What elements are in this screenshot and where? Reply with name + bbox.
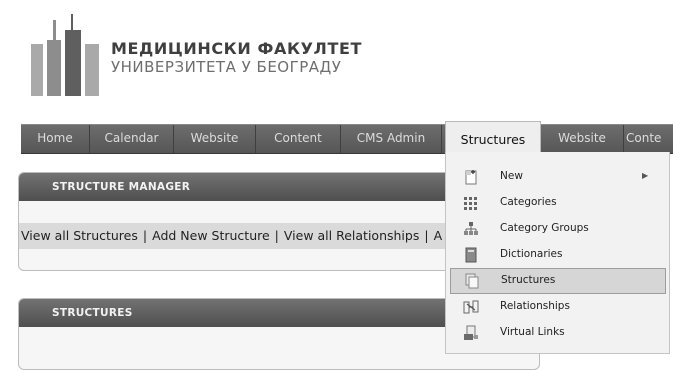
- submenu-arrow-icon: ▶: [642, 171, 649, 180]
- nav-home[interactable]: Home: [21, 125, 90, 153]
- menu-item-label: Category Groups: [500, 222, 589, 234]
- nav-cms-admin[interactable]: CMS Admin: [341, 125, 442, 153]
- nav-website-2[interactable]: Website: [541, 125, 624, 153]
- nav-content[interactable]: Content: [256, 125, 341, 153]
- menu-item-dictionaries[interactable]: Dictionaries: [446, 242, 669, 268]
- menu-item-virtual-links[interactable]: Virtual Links: [446, 320, 669, 346]
- link-truncated[interactable]: A: [434, 228, 443, 243]
- grid-icon: [464, 197, 477, 210]
- menu-item-relationships[interactable]: Relationships: [446, 294, 669, 320]
- virtual-link-icon: [464, 325, 478, 340]
- menu-item-label: Dictionaries: [500, 248, 563, 260]
- menu-item-structures[interactable]: Structures: [450, 268, 666, 294]
- link-separator: |: [274, 228, 279, 243]
- menu-item-label: Virtual Links: [500, 326, 565, 338]
- menu-item-category-groups[interactable]: Category Groups: [446, 216, 669, 242]
- nav-content-2[interactable]: Conte: [624, 125, 673, 153]
- new-page-icon: [465, 170, 477, 185]
- menu-item-categories[interactable]: Categories: [446, 190, 669, 216]
- link-separator: |: [142, 228, 148, 243]
- menu-item-label: Structures: [501, 274, 556, 286]
- faculty-buildings-logo-icon: [31, 14, 99, 96]
- link-separator: |: [424, 228, 429, 243]
- link-view-all-relationships[interactable]: View all Relationships: [284, 228, 419, 243]
- menu-item-label: New: [500, 170, 523, 182]
- menu-item-new[interactable]: New ▶: [446, 164, 669, 190]
- nav-calendar[interactable]: Calendar: [90, 125, 174, 153]
- nav-structures[interactable]: Structures: [445, 121, 541, 154]
- menu-item-label: Categories: [500, 196, 557, 208]
- site-subtitle: УНИВЕРЗИТЕТА У БЕОГРАДУ: [111, 58, 342, 76]
- pages-icon: [465, 273, 479, 289]
- link-view-all-structures[interactable]: View all Structures: [21, 228, 138, 243]
- relationship-icon: [463, 300, 479, 314]
- site-title: МЕДИЦИНСКИ ФАКУЛТЕТ: [111, 39, 363, 58]
- hierarchy-icon: [464, 222, 478, 235]
- menu-item-label: Relationships: [500, 300, 570, 312]
- structures-dropdown-menu: New ▶ Categories Category Groups Diction…: [445, 152, 670, 354]
- book-icon: [465, 247, 477, 263]
- link-add-new-structure[interactable]: Add New Structure: [152, 228, 270, 243]
- top-navigation: Home Calendar Website Content CMS Admin …: [21, 121, 673, 154]
- nav-website[interactable]: Website: [174, 125, 256, 153]
